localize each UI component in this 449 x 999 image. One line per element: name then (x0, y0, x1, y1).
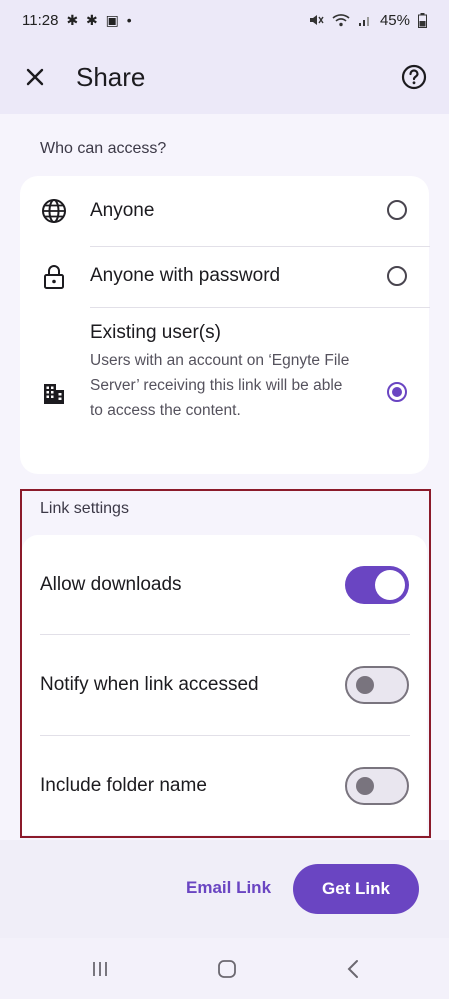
lock-icon (40, 263, 68, 291)
back-button[interactable] (338, 956, 368, 982)
help-icon (401, 64, 427, 90)
notification-icons: ✱ ✱ ▣ • (66, 11, 134, 28)
radio-password[interactable] (387, 266, 407, 286)
access-option-existing-users[interactable]: Existing user(s) Users with an account o… (20, 308, 429, 474)
option-title: Existing user(s) (90, 322, 221, 343)
radio-anyone[interactable] (387, 200, 407, 220)
access-card: Anyone Anyone with password Existing use… (20, 176, 430, 474)
access-section-label: Who can access? (40, 140, 167, 157)
access-option-anyone[interactable]: Anyone (20, 176, 429, 246)
radio-existing-users[interactable] (387, 382, 407, 402)
link-settings-highlight (20, 489, 431, 838)
status-right: 45% (308, 12, 427, 29)
status-left: 11:28 ✱ ✱ ▣ • (22, 12, 134, 29)
option-description: Users with an account on ‘Egnyte File Se… (90, 352, 350, 419)
get-link-button[interactable]: Get Link (293, 864, 419, 914)
battery-icon (418, 12, 427, 28)
wifi-icon (332, 14, 350, 27)
home-icon (218, 960, 236, 978)
globe-icon (40, 197, 68, 225)
app-bar: Share (0, 40, 449, 114)
system-nav-bar (0, 938, 449, 999)
signal-icon (358, 17, 369, 26)
back-icon (347, 960, 358, 978)
page-title: Share (76, 61, 146, 92)
close-button[interactable] (20, 62, 50, 92)
home-button[interactable] (212, 956, 242, 982)
status-time: 11:28 (22, 11, 59, 29)
recents-icon (93, 962, 107, 976)
email-link-button[interactable]: Email Link (186, 878, 271, 898)
option-title: Anyone with password (90, 265, 281, 286)
close-icon (26, 68, 44, 86)
battery-percent: 45% (379, 11, 410, 29)
building-icon (40, 380, 68, 408)
help-button[interactable] (399, 62, 429, 92)
access-option-password[interactable]: Anyone with password (20, 247, 429, 307)
action-bar: Email Link Get Link (0, 840, 449, 938)
mute-icon (309, 15, 324, 25)
recents-button[interactable] (85, 956, 115, 982)
option-title: Anyone (90, 200, 155, 221)
status-bar: 11:28 ✱ ✱ ▣ • 45% (0, 0, 449, 40)
